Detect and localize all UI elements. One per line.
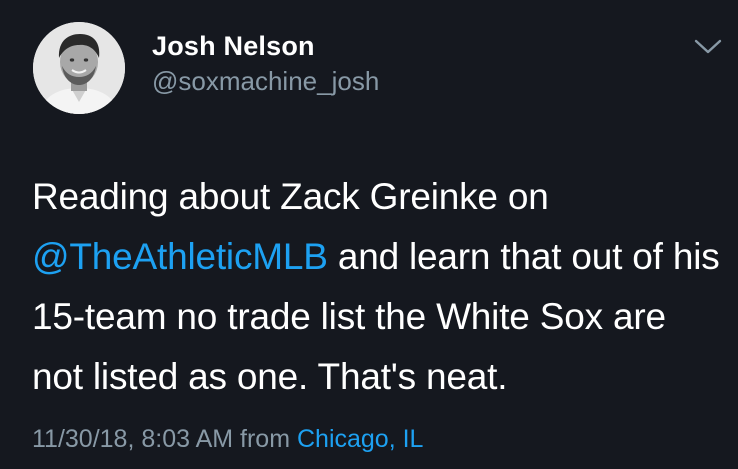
chevron-down-icon: [694, 39, 722, 54]
tweet-timestamp[interactable]: 11/30/18, 8:03 AM: [32, 425, 233, 453]
avatar[interactable]: [33, 22, 125, 114]
mention-link[interactable]: @TheAthleticMLB: [32, 236, 328, 277]
tweet-text-intro: Reading about Zack Greinke on: [32, 176, 549, 217]
author-name[interactable]: Josh Nelson: [152, 29, 379, 63]
from-label: from: [240, 425, 291, 453]
author-block: Josh Nelson @soxmachine_josh: [152, 29, 379, 98]
location-link[interactable]: Chicago, IL: [297, 425, 423, 453]
tweet-meta: 11/30/18, 8:03 AM from Chicago, IL: [32, 422, 423, 456]
tweet-menu-button[interactable]: [692, 36, 724, 58]
tweet-text: Reading about Zack Greinke on @TheAthleti…: [32, 167, 722, 407]
profile-photo-icon: [33, 22, 125, 114]
tweet-card: Josh Nelson @soxmachine_josh Reading abo…: [0, 0, 738, 469]
author-handle[interactable]: @soxmachine_josh: [152, 64, 379, 98]
